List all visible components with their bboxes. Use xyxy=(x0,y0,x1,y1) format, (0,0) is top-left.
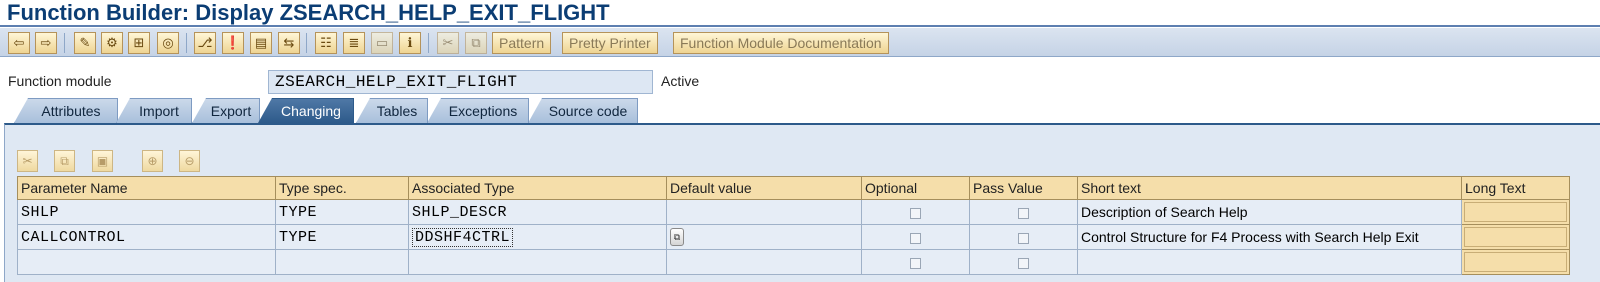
cut-icon[interactable]: ✂ xyxy=(437,32,459,54)
page-title: Function Builder: Display ZSEARCH_HELP_E… xyxy=(7,0,610,25)
toolbar-separator xyxy=(64,33,65,53)
column-header[interactable]: Associated Type xyxy=(408,176,667,200)
changing-parameters-panel: ✂ ⧉ ▣ ⊕ ⊖ Parameter Name Type spec. Asso… xyxy=(4,123,1600,282)
long-text-button[interactable] xyxy=(1464,202,1567,222)
activate-icon[interactable]: ⊞ xyxy=(128,32,150,54)
type-spec-cell[interactable]: TYPE xyxy=(275,224,409,250)
long-text-button[interactable] xyxy=(1464,227,1567,247)
column-header[interactable]: Type spec. xyxy=(275,176,409,200)
pass-value-cell xyxy=(969,249,1078,275)
parameter-name-cell[interactable]: CALLCONTROL xyxy=(17,224,276,250)
parameters-table: Parameter Name Type spec. Associated Typ… xyxy=(17,176,1570,275)
long-text-cell xyxy=(1461,249,1570,275)
type-spec-cell[interactable] xyxy=(275,249,409,275)
optional-cell xyxy=(861,249,970,275)
toolbar-separator xyxy=(186,33,187,53)
column-header[interactable]: Short text xyxy=(1077,176,1462,200)
optional-checkbox[interactable] xyxy=(910,257,921,269)
column-header[interactable]: Parameter Name xyxy=(17,176,276,200)
paste-icon[interactable]: ▣ xyxy=(92,150,113,172)
pass-value-checkbox[interactable] xyxy=(1018,232,1029,244)
short-text-cell: Control Structure for F4 Process with Se… xyxy=(1077,224,1462,250)
where-used-icon[interactable]: ⎇ xyxy=(194,32,216,54)
pattern-button[interactable]: Pattern xyxy=(492,32,552,54)
toolbar-separator xyxy=(306,33,307,53)
forward-icon[interactable]: ⇨ xyxy=(35,32,57,54)
default-value-cell[interactable]: ⧉ xyxy=(666,224,862,250)
pretty-printer-button[interactable]: Pretty Printer xyxy=(562,32,658,54)
pass-value-checkbox[interactable] xyxy=(1018,257,1029,269)
info-icon[interactable]: ℹ xyxy=(399,32,421,54)
column-header[interactable]: Default value xyxy=(666,176,862,200)
table-row: CALLCONTROL TYPE DDSHF4CTRL ⧉ Control St… xyxy=(17,224,1570,250)
cut-icon[interactable]: ✂ xyxy=(17,150,38,172)
optional-cell xyxy=(861,199,970,225)
parameter-name-cell[interactable]: SHLP xyxy=(17,199,276,225)
table-row: SHLP TYPE SHLP_DESCR Description of Sear… xyxy=(17,199,1570,225)
associated-type-cell[interactable]: DDSHF4CTRL xyxy=(408,224,667,250)
tab-source-code[interactable]: Source code xyxy=(528,98,638,123)
display-object-list-icon[interactable]: ▤ xyxy=(250,32,272,54)
toolbar-separator xyxy=(428,33,429,53)
back-icon[interactable]: ⇦ xyxy=(8,32,30,54)
table-row xyxy=(17,249,1570,275)
tab-strip: Attributes Import Export Changing Tables… xyxy=(0,96,1600,123)
insert-row-icon[interactable]: ⊕ xyxy=(142,150,163,172)
other-object-icon[interactable]: ✎ xyxy=(74,32,96,54)
column-header[interactable]: Pass Value xyxy=(969,176,1078,200)
long-text-button[interactable] xyxy=(1464,252,1567,272)
navigation-window-icon[interactable]: ☷ xyxy=(315,32,337,54)
status-label: Active xyxy=(661,73,700,89)
tab-import[interactable]: Import xyxy=(116,98,192,123)
tab-changing[interactable]: Changing xyxy=(258,98,354,123)
table-icon[interactable]: ▭ xyxy=(371,32,393,54)
pass-value-cell xyxy=(969,199,1078,225)
column-header[interactable]: Optional xyxy=(861,176,970,200)
function-module-label: Function module xyxy=(8,73,112,89)
test-icon[interactable]: ❗ xyxy=(222,32,244,54)
type-spec-cell[interactable]: TYPE xyxy=(275,199,409,225)
function-module-documentation-button[interactable]: Function Module Documentation xyxy=(673,32,889,54)
application-toolbar: ⇦ ⇨ ✎ ⚙ ⊞ ◎ ⎇ ❗ ▤ ⇆ ☷ ≣ ▭ ℹ ✂ ⧉ Pattern … xyxy=(0,28,1600,57)
optional-cell xyxy=(861,224,970,250)
stack-icon[interactable]: ≣ xyxy=(343,32,365,54)
optional-checkbox[interactable] xyxy=(910,232,921,244)
column-header[interactable]: Long Text xyxy=(1461,176,1570,200)
default-value-cell[interactable] xyxy=(666,249,862,275)
short-text-cell: Description of Search Help xyxy=(1077,199,1462,225)
delete-row-icon[interactable]: ⊖ xyxy=(179,150,200,172)
tab-export[interactable]: Export xyxy=(192,98,260,123)
long-text-cell xyxy=(1461,224,1570,250)
enhance-icon[interactable]: ⇆ xyxy=(278,32,300,54)
associated-type-cell[interactable]: SHLP_DESCR xyxy=(408,199,667,225)
short-text-cell xyxy=(1077,249,1462,275)
tab-exceptions[interactable]: Exceptions xyxy=(427,98,529,123)
optional-checkbox[interactable] xyxy=(910,207,921,219)
table-header-row: Parameter Name Type spec. Associated Typ… xyxy=(17,176,1570,200)
display-change-icon[interactable]: ⚙ xyxy=(101,32,123,54)
pass-value-checkbox[interactable] xyxy=(1018,207,1029,219)
title-bar: Function Builder: Display ZSEARCH_HELP_E… xyxy=(0,0,1600,27)
associated-type-cell[interactable] xyxy=(408,249,667,275)
pass-value-cell xyxy=(969,224,1078,250)
default-value-cell[interactable] xyxy=(666,199,862,225)
tab-attributes[interactable]: Attributes xyxy=(14,98,118,123)
value-help-icon[interactable]: ⧉ xyxy=(670,228,684,247)
long-text-cell xyxy=(1461,199,1570,225)
associated-type-value[interactable]: DDSHF4CTRL xyxy=(412,227,514,247)
parameter-name-cell[interactable] xyxy=(17,249,276,275)
function-module-field[interactable]: ZSEARCH_HELP_EXIT_FLIGHT xyxy=(268,70,653,94)
check-icon[interactable]: ◎ xyxy=(157,32,179,54)
copy-icon[interactable]: ⧉ xyxy=(465,32,487,54)
copy-icon[interactable]: ⧉ xyxy=(54,150,75,172)
tab-tables[interactable]: Tables xyxy=(356,98,428,123)
